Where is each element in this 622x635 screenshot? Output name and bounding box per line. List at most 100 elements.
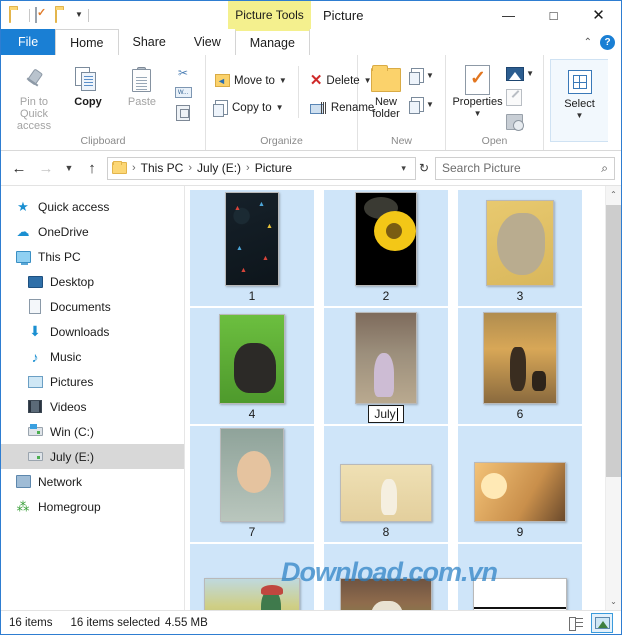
file-name: 4 bbox=[248, 407, 256, 421]
rename-input[interactable]: July bbox=[368, 405, 404, 423]
select-button[interactable]: Select ▼ bbox=[557, 62, 602, 122]
file-item[interactable]: 4 bbox=[190, 308, 314, 424]
history-button[interactable] bbox=[503, 111, 537, 132]
thumbnail bbox=[473, 578, 567, 610]
sidebar-item-onedrive[interactable]: ☁ OneDrive bbox=[1, 219, 184, 244]
customize-caret-icon[interactable]: ▼ bbox=[75, 8, 83, 22]
new-folder-icon[interactable] bbox=[55, 7, 70, 23]
up-arrow-icon[interactable]: ↑ bbox=[80, 156, 104, 180]
chevron-up-icon[interactable]: ⌃ bbox=[584, 37, 592, 48]
breadcrumb-item-picture[interactable]: Picture bbox=[252, 161, 295, 175]
sidebar-item-homegroup[interactable]: ⁂ Homegroup bbox=[1, 494, 184, 519]
videos-icon bbox=[27, 399, 43, 415]
sidebar-item-win-c[interactable]: Win (C:) bbox=[1, 419, 184, 444]
ribbon-group-new: New folder ▼ ▼ New bbox=[358, 55, 446, 150]
sidebar-item-label: Pictures bbox=[50, 374, 94, 389]
file-item[interactable]: 2 bbox=[324, 190, 448, 306]
easy-access-button[interactable]: ▼ bbox=[408, 94, 437, 115]
move-to-icon: ◄ bbox=[215, 74, 230, 87]
chevron-down-icon[interactable]: ▾ bbox=[396, 163, 411, 174]
back-arrow-icon[interactable]: ← bbox=[7, 156, 31, 180]
pin-to-quick-access-button[interactable]: Pin to Quick access bbox=[7, 60, 61, 132]
chevron-down-icon: ▼ bbox=[473, 109, 482, 118]
breadcrumb[interactable]: › This PC › July (E:) › Picture ▾ bbox=[107, 156, 416, 180]
new-folder-button[interactable]: New folder bbox=[364, 60, 408, 120]
file-item[interactable]: 7 bbox=[190, 426, 314, 542]
cut-icon[interactable]: ✂ bbox=[173, 64, 193, 81]
tab-home[interactable]: Home bbox=[55, 29, 119, 55]
details-view-button[interactable] bbox=[565, 613, 587, 633]
large-icons-view-button[interactable] bbox=[591, 612, 613, 633]
tab-share[interactable]: Share bbox=[119, 29, 180, 55]
file-item[interactable]: July bbox=[324, 308, 448, 424]
help-icon[interactable]: ? bbox=[600, 34, 615, 50]
scroll-down-button[interactable]: ⌄ bbox=[606, 593, 621, 610]
thumbnail bbox=[204, 578, 300, 610]
sidebar-item-july-e[interactable]: July (E:) bbox=[1, 444, 184, 469]
folder-icon[interactable] bbox=[9, 7, 24, 23]
file-item[interactable]: 3 bbox=[458, 190, 582, 306]
copy-button[interactable]: Copy bbox=[61, 60, 115, 108]
thumbnail: ▲ ▲ ▲ ▲ ▲ ▲ bbox=[225, 192, 279, 286]
file-name-rename[interactable]: July bbox=[368, 404, 404, 424]
file-item[interactable]: ▲ ▲ ▲ ▲ ▲ ▲ 1 bbox=[190, 190, 314, 306]
file-item[interactable]: 8 bbox=[324, 426, 448, 542]
thumbnail bbox=[340, 464, 432, 522]
open-button[interactable]: ▼ bbox=[503, 63, 537, 84]
search-icon[interactable]: ⌕ bbox=[601, 161, 608, 176]
select-label: Select bbox=[564, 98, 595, 110]
vertical-scrollbar[interactable]: ⌃ ⌄ bbox=[605, 186, 621, 610]
sidebar-item-label: Documents bbox=[50, 299, 111, 314]
tab-view[interactable]: View bbox=[180, 29, 235, 55]
copy-path-icon[interactable]: W... bbox=[173, 84, 193, 101]
refresh-icon[interactable]: ↻ bbox=[419, 161, 432, 175]
sidebar-item-network[interactable]: Network bbox=[1, 469, 184, 494]
breadcrumb-item-july-e[interactable]: July (E:) bbox=[194, 161, 244, 175]
tab-file[interactable]: File bbox=[1, 29, 56, 55]
file-list-pane[interactable]: ▲ ▲ ▲ ▲ ▲ ▲ 1 2 3 4 July 6 7 8 9 Downloa… bbox=[185, 186, 621, 610]
properties-icon bbox=[465, 64, 491, 96]
edit-button[interactable] bbox=[503, 87, 537, 108]
properties-icon[interactable] bbox=[35, 7, 50, 23]
thumbnail bbox=[355, 192, 417, 286]
sidebar-item-desktop[interactable]: Desktop bbox=[1, 269, 184, 294]
sidebar-item-pictures[interactable]: Pictures bbox=[1, 369, 184, 394]
file-item[interactable]: 6 bbox=[458, 308, 582, 424]
sidebar-item-quick-access[interactable]: ★ Quick access bbox=[1, 194, 184, 219]
scroll-up-button[interactable]: ⌃ bbox=[606, 186, 621, 203]
scroll-track[interactable] bbox=[606, 203, 621, 593]
sidebar-item-music[interactable]: ♪ Music bbox=[1, 344, 184, 369]
file-item[interactable] bbox=[458, 544, 582, 610]
file-item[interactable] bbox=[190, 544, 314, 610]
sidebar-item-documents[interactable]: Documents bbox=[1, 294, 184, 319]
forward-arrow-icon[interactable]: → bbox=[34, 156, 58, 180]
paste-button[interactable]: Paste bbox=[115, 60, 169, 108]
ribbon-tab-strip-right: ⌃ ? bbox=[584, 29, 615, 55]
paste-label: Paste bbox=[127, 96, 157, 108]
tab-manage[interactable]: Manage bbox=[234, 29, 310, 55]
properties-button[interactable]: Properties ▼ bbox=[452, 60, 503, 120]
copy-to-button[interactable]: Copy to ▼ bbox=[212, 97, 290, 118]
copy-icon bbox=[75, 64, 101, 96]
sidebar-item-label: Music bbox=[50, 349, 82, 364]
maximize-button[interactable]: □ bbox=[531, 1, 576, 29]
close-button[interactable]: ✕ bbox=[576, 1, 621, 29]
sidebar-item-label: This PC bbox=[38, 249, 81, 264]
search-input[interactable]: Search Picture ⌕ bbox=[435, 156, 615, 180]
breadcrumb-item-this-pc[interactable]: This PC bbox=[138, 161, 187, 175]
new-item-button[interactable]: ▼ bbox=[408, 65, 437, 86]
sidebar-item-videos[interactable]: Videos bbox=[1, 394, 184, 419]
sidebar-item-downloads[interactable]: ⬇ Downloads bbox=[1, 319, 184, 344]
copy-to-label: Copy to bbox=[232, 101, 272, 114]
file-item[interactable]: 9 bbox=[458, 426, 582, 542]
move-to-button[interactable]: ◄ Move to ▼ bbox=[212, 70, 290, 91]
sidebar-item-this-pc[interactable]: This PC bbox=[1, 244, 184, 269]
ribbon-group-organize: ◄ Move to ▼ Copy to ▼ ✕ Delete ▼ Rename … bbox=[206, 55, 374, 150]
ribbon-group-select: Select ▼ bbox=[550, 59, 608, 142]
paste-icon bbox=[131, 64, 153, 96]
paste-shortcut-icon[interactable] bbox=[173, 104, 193, 121]
file-item[interactable] bbox=[324, 544, 448, 610]
recent-locations-icon[interactable]: ▼ bbox=[61, 156, 77, 180]
minimize-button[interactable]: — bbox=[486, 1, 531, 29]
scroll-thumb[interactable] bbox=[606, 205, 621, 477]
